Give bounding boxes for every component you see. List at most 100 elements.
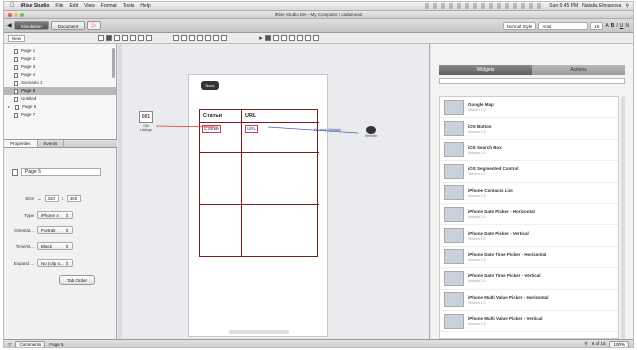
widget-list-item[interactable]: iOS Button Version 1.0 (440, 118, 618, 140)
orientation-select[interactable]: Portrait ⇕ (37, 226, 73, 234)
grid-widget-icon[interactable] (213, 35, 220, 41)
website-target-node[interactable]: Website (360, 126, 382, 138)
simulation-tab[interactable]: Simulation (13, 21, 49, 30)
close-window-icon[interactable] (8, 13, 12, 17)
back-arrow-icon[interactable]: ◀ (7, 22, 12, 29)
list-widget-icon[interactable] (130, 35, 137, 41)
articles-cell-text[interactable]: Статьи (202, 125, 221, 133)
widget-search-input[interactable] (439, 78, 625, 84)
spotlight-icon[interactable]: ⚲ (625, 3, 629, 9)
apple-icon[interactable]:  (10, 3, 15, 9)
line-widget-icon[interactable] (138, 35, 145, 41)
zoom-select[interactable]: 100% (609, 341, 629, 347)
menu-format[interactable]: Format (101, 3, 117, 9)
table-cell[interactable] (242, 153, 319, 205)
checkbox-widget-icon[interactable] (189, 35, 196, 41)
text-widget-icon[interactable] (98, 35, 105, 41)
sitemap-item[interactable]: Untitled (4, 95, 116, 103)
type-select[interactable]: iPhone 4 ⇕ (37, 211, 73, 219)
underline-button[interactable]: U (620, 23, 624, 29)
data-grid-table[interactable]: Статьи URL Статьи URL (199, 109, 319, 257)
back-button[interactable]: Back (201, 81, 219, 90)
widget-list-scrollbar[interactable] (621, 96, 625, 339)
italic-button[interactable]: I (616, 23, 617, 29)
navigate-arrow-icon[interactable]: ➤ (258, 35, 263, 42)
height-field[interactable]: 460 (66, 195, 81, 202)
textarea-widget-icon[interactable] (205, 35, 212, 41)
record-icon[interactable] (297, 35, 304, 41)
minimize-window-icon[interactable] (14, 13, 18, 17)
font-select[interactable]: Arial (538, 21, 589, 30)
design-canvas[interactable]: 001 Get Listings Back Статьи URL Статьи … (118, 44, 430, 339)
font-color-button[interactable]: A (605, 23, 608, 29)
input-widget-icon[interactable] (146, 35, 153, 41)
style-select[interactable]: Normal Style (502, 21, 537, 30)
comments-button[interactable]: Comments (15, 341, 46, 347)
font-size-select[interactable]: 15 (590, 21, 604, 30)
tab-events[interactable]: Events (38, 140, 65, 147)
tab-actions[interactable]: Actions (532, 65, 625, 75)
widget-list-item[interactable]: iPhone Contacts List Version 1.0 (440, 183, 618, 204)
image-widget-icon[interactable] (114, 35, 121, 41)
new-page-selector[interactable]: New (8, 34, 26, 42)
table-cell[interactable] (200, 205, 242, 257)
expand-select[interactable]: No (clip o... ⇕ (37, 259, 73, 267)
variable-icon[interactable] (289, 35, 296, 41)
menu-file[interactable]: File (55, 3, 63, 9)
menu-edit[interactable]: Edit (69, 3, 78, 9)
action-icon[interactable] (265, 35, 272, 41)
collapse-icon[interactable]: ▽ (8, 342, 11, 348)
menu-view[interactable]: View (84, 3, 95, 9)
tab-widgets[interactable]: Widgets (439, 65, 532, 75)
widget-list-item[interactable]: Google Map Version 1.0 (440, 97, 618, 119)
expand-triangle-icon[interactable]: ▸ (8, 103, 12, 111)
menu-help[interactable]: Help (140, 3, 150, 9)
form-widget-icon[interactable] (221, 35, 228, 41)
tab-properties[interactable]: Properties (4, 140, 38, 147)
loop-icon[interactable] (305, 35, 312, 41)
status-bar-select[interactable]: Black ⇕ (37, 242, 73, 250)
menu-tools[interactable]: Tools (123, 3, 135, 9)
iphone-page-frame[interactable]: Back Статьи URL Статьи URL (188, 74, 328, 337)
widget-list-item[interactable]: iPhone Date Time Picker - Vertical Versio… (440, 268, 618, 290)
widget-list-item[interactable]: iPhone Date Time Picker - Horizontal Vers… (440, 247, 618, 269)
sitemap-item[interactable]: Page 2 (4, 55, 116, 63)
button-widget-icon[interactable] (106, 35, 113, 41)
widget-list-item[interactable]: iOS Search Box Version 1.0 (440, 140, 618, 162)
sitemap-item[interactable]: Page 1 (4, 47, 116, 55)
table-widget-icon[interactable] (122, 35, 129, 41)
document-tab[interactable]: Document (50, 21, 86, 30)
play-simulation-button[interactable]: ▷ (87, 21, 102, 30)
widget-list-item[interactable]: iPhone Date Picker - Vertical Version 1.0 (440, 225, 618, 247)
sitemap-item-selected[interactable]: Page 5 (4, 87, 116, 95)
data-icon[interactable] (273, 35, 280, 41)
sitemap-item[interactable]: Page 4 (4, 71, 116, 79)
bold-button[interactable]: B (611, 23, 615, 29)
sitemap-item[interactable]: ▸ Page 6 (4, 103, 116, 111)
sitemap-item[interactable]: Page 3 (4, 63, 116, 71)
get-listings-widget[interactable]: 001 Get Listings (137, 111, 155, 132)
user-name[interactable]: Natalia Elmanova (582, 3, 621, 9)
zoom-window-icon[interactable] (20, 13, 24, 17)
widget-list-item[interactable]: iOS Segmented Control Version 1.0 (440, 161, 618, 183)
width-field[interactable]: 320 (44, 195, 59, 202)
widget-list-item[interactable]: iPhone Multi Value Picker - Vertical Vers… (440, 311, 618, 333)
sitemap-item[interactable]: Scenario 1 (4, 79, 116, 87)
menu-app-name[interactable]: iRise Studio (21, 3, 50, 9)
url-cell-link[interactable]: URL (245, 125, 259, 133)
radio-widget-icon[interactable] (197, 35, 204, 41)
sitemap-item[interactable]: Page 7 (4, 111, 116, 119)
dropdown-widget-icon[interactable] (181, 35, 188, 41)
normal-text-button[interactable]: N (625, 23, 633, 29)
settings-gear-icon[interactable] (313, 35, 320, 41)
field-widget-icon[interactable] (173, 35, 180, 41)
page-name-field[interactable]: Page 5 (21, 168, 101, 176)
tab-order-button[interactable]: Tab Order (59, 275, 95, 285)
zoom-tools-icon[interactable]: ⚲ (584, 341, 587, 347)
condition-icon[interactable] (281, 35, 288, 41)
table-cell[interactable] (242, 205, 319, 257)
widget-list-item[interactable]: iPhone Multi Value Picker - Horizontal Ve… (440, 290, 618, 311)
widget-list-item[interactable]: iPhone Date Picker - Horizontal Version 1… (440, 204, 618, 226)
device-scrollbar[interactable] (229, 330, 289, 334)
table-cell[interactable] (200, 153, 242, 205)
